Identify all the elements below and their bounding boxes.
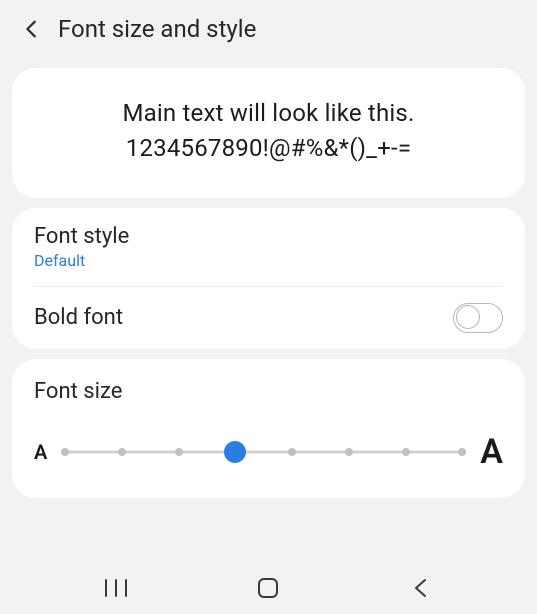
nav-recents-button[interactable] <box>76 568 156 608</box>
slider-tick <box>118 448 126 456</box>
header: Font size and style <box>0 0 537 58</box>
preview-card: Main text will look like this. 123456789… <box>12 68 525 198</box>
recents-icon <box>103 578 129 598</box>
home-icon <box>257 577 279 599</box>
back-button[interactable] <box>12 9 52 49</box>
font-size-card: Font size A A <box>12 359 525 498</box>
chevron-left-icon <box>21 18 43 40</box>
nav-back-icon <box>411 577 431 599</box>
font-size-slider[interactable] <box>59 442 468 462</box>
slider-ticks <box>61 448 466 456</box>
slider-tick <box>61 448 69 456</box>
nav-back-button[interactable] <box>381 568 461 608</box>
font-style-value: Default <box>34 251 503 270</box>
bold-font-row[interactable]: Bold font <box>12 287 525 349</box>
bold-font-label: Bold font <box>34 305 453 330</box>
slider-thumb[interactable] <box>224 441 246 463</box>
slider-tick <box>345 448 353 456</box>
bold-font-toggle[interactable] <box>453 303 503 333</box>
toggle-knob <box>456 305 480 329</box>
style-card: Font style Default Bold font <box>12 208 525 349</box>
font-size-label: Font size <box>34 379 503 404</box>
font-style-label: Font style <box>34 224 503 249</box>
small-a-indicator: A <box>34 440 47 464</box>
font-size-slider-row: A A <box>34 432 503 472</box>
slider-tick <box>402 448 410 456</box>
navigation-bar <box>0 562 537 614</box>
large-a-indicator: A <box>480 432 503 472</box>
slider-tick <box>175 448 183 456</box>
preview-text-line2: 1234567890!@#%&*()_+-= <box>32 131 505 166</box>
bold-font-col: Bold font <box>34 305 453 330</box>
font-style-col: Font style Default <box>34 224 503 270</box>
nav-home-button[interactable] <box>228 568 308 608</box>
page-title: Font size and style <box>58 15 256 43</box>
slider-tick <box>458 448 466 456</box>
font-style-row[interactable]: Font style Default <box>12 208 525 286</box>
preview-text-line1: Main text will look like this. <box>32 96 505 131</box>
slider-tick <box>288 448 296 456</box>
